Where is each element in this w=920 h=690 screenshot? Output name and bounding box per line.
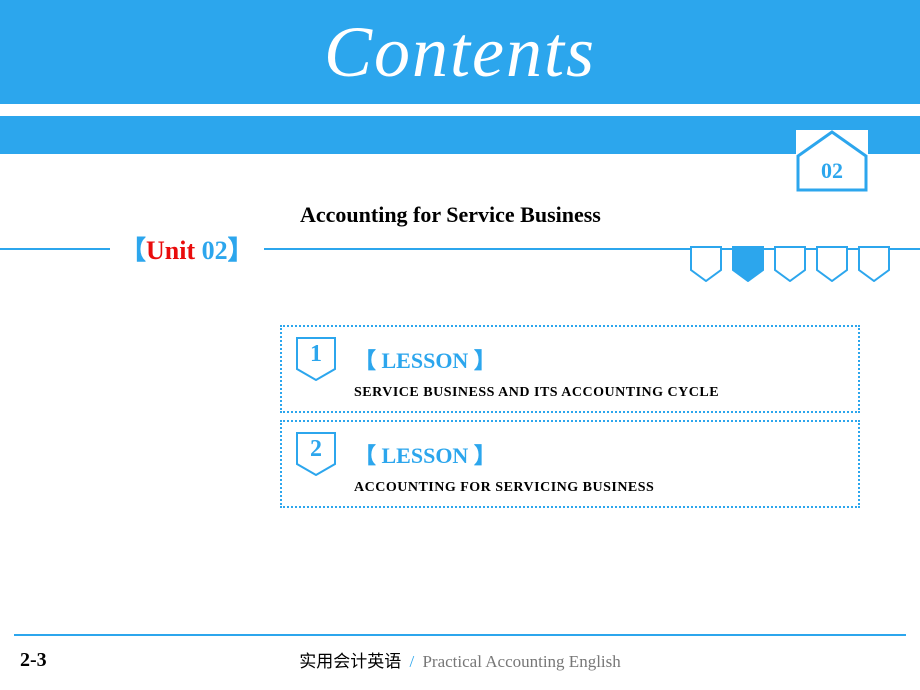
- lesson-number-pentagon: 2: [296, 432, 336, 476]
- lesson-number-pentagon: 1: [296, 337, 336, 381]
- book-title-zh: 实用会计英语: [299, 652, 401, 671]
- footer-book-title: 实用会计英语 / Practical Accounting English: [0, 647, 920, 672]
- unit-word: Unit: [146, 236, 195, 265]
- lesson-number: 1: [296, 341, 336, 368]
- lesson-label: 【 LESSON 】: [354, 343, 496, 375]
- accent-strip: [0, 116, 920, 154]
- lesson-box: 2 【 LESSON 】 ACCOUNTING FOR SERVICING BU…: [280, 420, 860, 508]
- tab-shield-icon: [774, 246, 806, 282]
- lesson-label: 【 LESSON 】: [354, 438, 496, 470]
- tab-icon-row: [690, 246, 890, 282]
- page-marker-number: 02: [796, 158, 868, 184]
- lesson-header: 1 【 LESSON 】: [296, 337, 844, 381]
- section-title: Accounting for Service Business: [300, 202, 607, 232]
- lesson-number: 2: [296, 436, 336, 463]
- tab-shield-icon: [816, 246, 848, 282]
- lesson-header: 2 【 LESSON 】: [296, 432, 844, 476]
- unit-number: 02: [202, 236, 228, 265]
- tab-shield-icon: [858, 246, 890, 282]
- footer-separator: /: [405, 652, 418, 671]
- page-marker-pentagon: 02: [796, 130, 868, 192]
- title-band: Contents: [0, 0, 920, 104]
- footer-divider: [14, 634, 906, 636]
- unit-badge: 【Unit 02】: [110, 230, 264, 267]
- bracket-open-icon: 【: [120, 236, 146, 265]
- bracket-close-icon: 】: [228, 236, 254, 265]
- lesson-title: SERVICE BUSINESS AND ITS ACCOUNTING CYCL…: [354, 385, 844, 401]
- lesson-box: 1 【 LESSON 】 SERVICE BUSINESS AND ITS AC…: [280, 325, 860, 413]
- lesson-title: ACCOUNTING FOR SERVICING BUSINESS: [354, 480, 844, 496]
- tab-shield-icon: [690, 246, 722, 282]
- tab-shield-icon: [732, 246, 764, 282]
- book-title-en: Practical Accounting English: [422, 652, 620, 671]
- title-text: Contents: [324, 12, 596, 92]
